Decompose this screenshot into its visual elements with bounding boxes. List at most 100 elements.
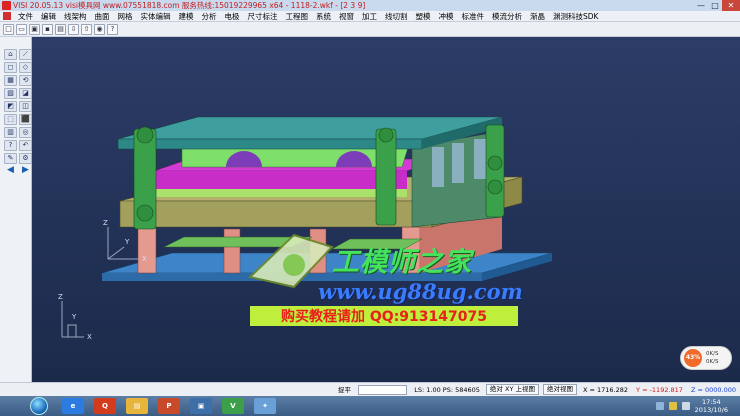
command-input[interactable] bbox=[358, 384, 408, 395]
menu-item[interactable]: 渊测科技SDK bbox=[549, 11, 602, 22]
taskbar-clock[interactable]: 17:54 2013/10/6 bbox=[695, 398, 740, 414]
3d-viewport[interactable]: Z Y X Z Y X 工模师之家 www.ug88ug.com 购买教程请加 … bbox=[32, 37, 740, 382]
menu-item[interactable]: 系统 bbox=[312, 11, 335, 22]
menu-item[interactable]: 线切割 bbox=[381, 11, 412, 22]
help-button[interactable]: ? bbox=[107, 23, 118, 35]
tray-network-icon[interactable] bbox=[655, 402, 664, 410]
left-tool-grid: ⌂ ⟋ ◻ ◇ ▦ ⟲ ▧ ◪ ◩ ◫ ⬚ ⬛ ▥ ◎? ↶ ✎ ⚙ ◀ ▶ bbox=[0, 37, 32, 177]
menu-item[interactable]: 模流分析 bbox=[488, 11, 526, 22]
left-tool-button[interactable]: ⌂ bbox=[4, 49, 17, 60]
axis-y-label-small: Y bbox=[72, 313, 77, 321]
save-button[interactable]: ▪ bbox=[42, 23, 53, 35]
menu-bar: 文件 编辑 线架构 曲面 网格 实体编辑 建模 分析 电极 尺寸标注 工程图 系统 视窗 加工 线切割 塑模冲… bbox=[0, 11, 740, 22]
start-button[interactable] bbox=[30, 397, 48, 415]
tray-flag-icon[interactable] bbox=[668, 402, 677, 410]
minimize-button[interactable]: — bbox=[694, 0, 708, 11]
menu-item[interactable]: 线架构 bbox=[60, 11, 91, 22]
axis-y-label: Y bbox=[125, 238, 130, 246]
close-button[interactable]: ✕ bbox=[722, 0, 740, 11]
menu-item[interactable]: 视窗 bbox=[335, 11, 358, 22]
view-mode-1[interactable]: 绝对 XY 上视图 bbox=[485, 384, 539, 395]
network-speed-badge[interactable]: 43% 0K/S 0K/S bbox=[680, 346, 732, 370]
taskbar-display-icon[interactable]: ▣ bbox=[190, 398, 212, 414]
menu-item[interactable]: 尺寸标注 bbox=[244, 11, 282, 22]
taskbar-ie-icon[interactable]: e bbox=[62, 398, 84, 414]
left-tool-button[interactable]: ↶ bbox=[19, 140, 32, 151]
window-title: VISI 20.05.13 visi模具网 www.07551818.com 服… bbox=[13, 1, 366, 10]
taskbar-ppt-icon[interactable]: P bbox=[158, 398, 180, 414]
app-icon[interactable] bbox=[2, 1, 11, 10]
watermark-ad-banner: 购买教程请加 QQ:913147075 bbox=[250, 306, 518, 326]
left-tool-button[interactable]: ⬛ bbox=[19, 114, 32, 125]
die-assembly-model[interactable] bbox=[32, 37, 740, 382]
clock-date: 2013/10/6 bbox=[694, 406, 728, 414]
left-tool-button[interactable]: ⟲ bbox=[19, 75, 32, 86]
window-controls: — □ ✕ bbox=[694, 0, 740, 11]
left-tool-button[interactable]: ◎ bbox=[19, 127, 32, 138]
left-tool-button[interactable]: ⟋ bbox=[19, 49, 32, 60]
left-tool-button[interactable]: ✎ bbox=[4, 153, 17, 164]
menu-item[interactable]: 冲模 bbox=[435, 11, 458, 22]
menu-item[interactable]: 电极 bbox=[221, 11, 244, 22]
tray-volume-icon[interactable] bbox=[681, 402, 690, 410]
visi-logo-icon[interactable] bbox=[3, 12, 11, 20]
left-tool-strip: ⌂ ⟋ ◻ ◇ ▦ ⟲ ▧ ◪ ◩ ◫ ⬚ ⬛ ▥ ◎? ↶ ✎ ⚙ ◀ ▶ bbox=[0, 37, 32, 382]
menu-item[interactable]: 文件 bbox=[14, 11, 37, 22]
menu-item[interactable]: 建模 bbox=[175, 11, 198, 22]
new-button[interactable]: □ bbox=[3, 23, 14, 35]
left-tool-button[interactable]: ◩ bbox=[4, 101, 17, 112]
menu-item[interactable]: 渐晶 bbox=[526, 11, 549, 22]
menu-item[interactable]: 网格 bbox=[114, 11, 137, 22]
status-mode[interactable]: 捉平 bbox=[334, 383, 355, 397]
print-button[interactable]: ▤ bbox=[55, 23, 66, 35]
taskbar-explorer-icon[interactable]: ▤ bbox=[126, 398, 148, 414]
view-mode-2[interactable]: 绝对视图 bbox=[542, 384, 577, 395]
coord-x: X = 1716.282 bbox=[582, 385, 629, 394]
download-speed: 0K/S bbox=[706, 359, 719, 365]
left-tool-button[interactable]: ⬚ bbox=[4, 114, 17, 125]
import-button[interactable]: ⇩ bbox=[68, 23, 79, 35]
menu-item[interactable]: 加工 bbox=[358, 11, 381, 22]
coord-y: Y = -1192.817 bbox=[636, 385, 683, 394]
taskbar-visi-icon[interactable]: V bbox=[222, 398, 244, 414]
coord-z: Z = 0000.000 bbox=[690, 385, 736, 394]
axis-z-label: Z bbox=[103, 219, 108, 227]
left-tool-button[interactable]: ◫ bbox=[19, 101, 32, 112]
open-button[interactable]: ▭ bbox=[16, 23, 27, 35]
menu-item[interactable]: 编辑 bbox=[37, 11, 60, 22]
left-tool-button[interactable]: ? bbox=[4, 140, 17, 151]
windows-taskbar: e Q ▤ P ▣ V ✦ 17:54 2013/10/6 bbox=[0, 396, 740, 416]
speed-percent: 43% bbox=[684, 349, 702, 367]
left-tool-button[interactable]: ⚙ bbox=[19, 153, 32, 164]
main-toolbar: □ ▭ ▣ ▪ ▤ ⇩ ⇧ ◉? bbox=[0, 22, 740, 37]
taskbar-tool-icon[interactable]: ✦ bbox=[254, 398, 276, 414]
title-bar: VISI 20.05.13 visi模具网 www.07551818.com 服… bbox=[0, 0, 740, 11]
menu-item[interactable]: 分析 bbox=[198, 11, 221, 22]
axis-triad-large bbox=[107, 227, 140, 260]
taskbar-qq-icon[interactable]: Q bbox=[94, 398, 116, 414]
taskbar-apps: e Q ▤ P ▣ V ✦ bbox=[62, 398, 286, 414]
left-tool-button[interactable]: ◪ bbox=[19, 88, 32, 99]
export-button[interactable]: ⇧ bbox=[81, 23, 92, 35]
upload-speed: 0K/S bbox=[706, 351, 719, 357]
left-tool-button[interactable]: ▧ bbox=[4, 88, 17, 99]
menu-item[interactable]: 塑模 bbox=[412, 11, 435, 22]
menu-item[interactable]: 曲面 bbox=[91, 11, 114, 22]
maximize-button[interactable]: □ bbox=[708, 0, 722, 11]
axis-x-label-small: X bbox=[87, 333, 92, 341]
menu-item[interactable]: 标准件 bbox=[458, 11, 489, 22]
web-button[interactable]: ◉ bbox=[94, 23, 105, 35]
speed-values: 0K/S 0K/S bbox=[706, 350, 718, 366]
menu-item[interactable]: 工程图 bbox=[282, 11, 313, 22]
axis-x-label: X bbox=[142, 255, 147, 263]
menu-items: 文件 编辑 线架构 曲面 网格 实体编辑 建模 分析 电极 尺寸标注 工程图 系统 视窗 加工 线切割 塑模冲… bbox=[14, 11, 602, 22]
left-tool-button[interactable]: ◀ bbox=[4, 166, 17, 177]
watermark-url: www.ug88ug.com bbox=[318, 279, 523, 304]
left-tool-button[interactable]: ◻ bbox=[4, 62, 17, 73]
left-tool-button[interactable]: ▶ bbox=[19, 166, 32, 177]
left-tool-button[interactable]: ▥ bbox=[4, 127, 17, 138]
menu-item[interactable]: 实体编辑 bbox=[137, 11, 175, 22]
left-tool-button[interactable]: ◇ bbox=[19, 62, 32, 73]
save-as-button[interactable]: ▣ bbox=[29, 23, 40, 35]
left-tool-button[interactable]: ▦ bbox=[4, 75, 17, 86]
